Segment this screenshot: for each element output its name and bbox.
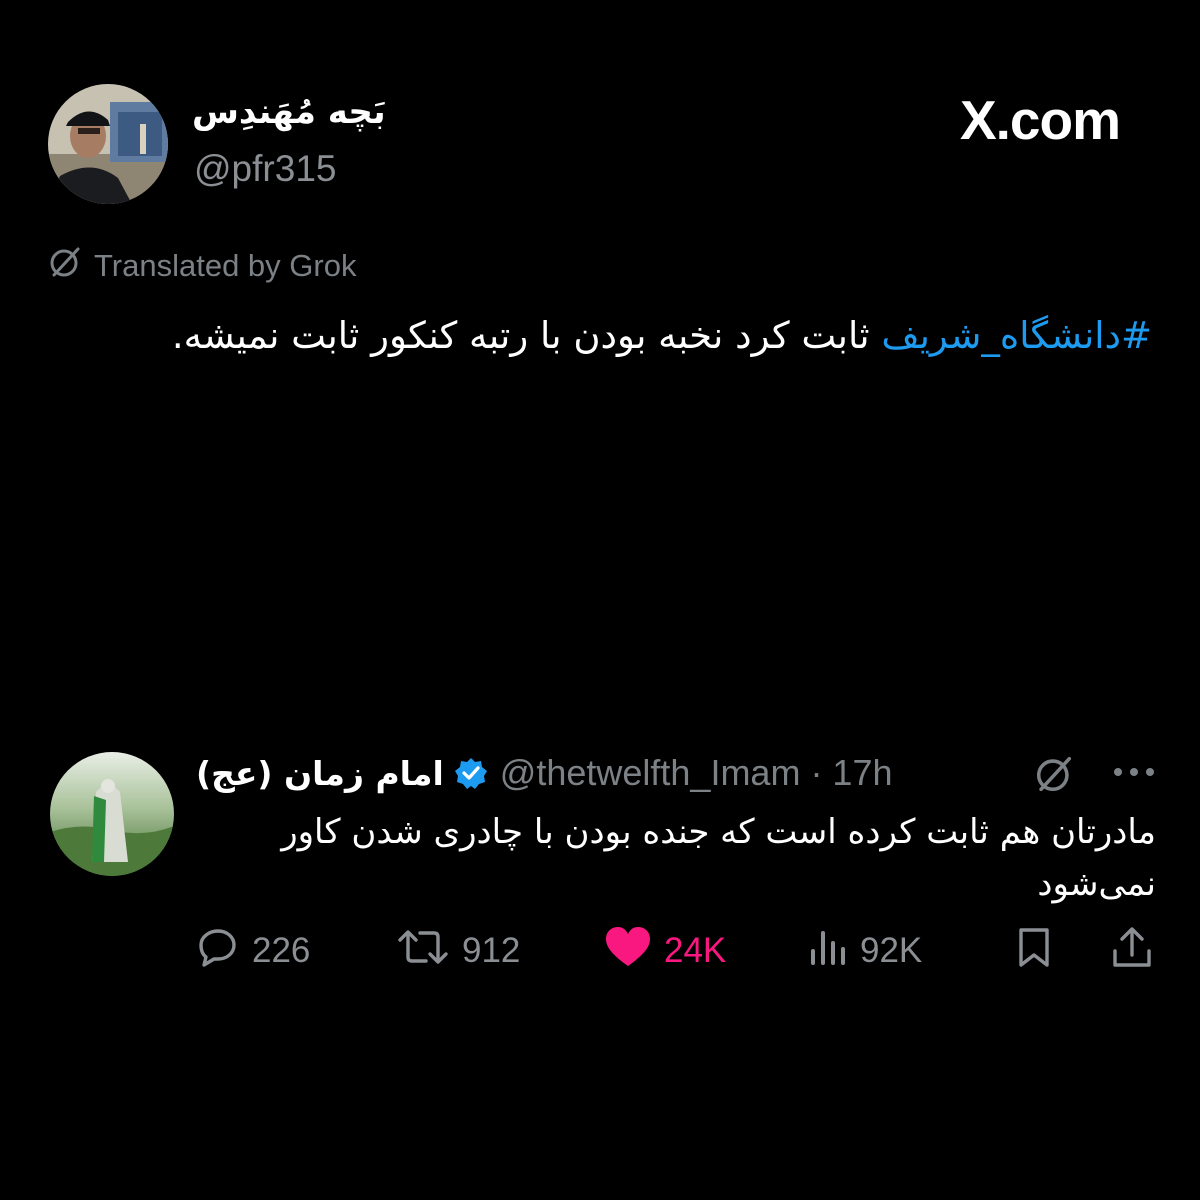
hashtag-link[interactable]: #دانشگاه_شریف [881, 314, 1152, 357]
tweet-body: ثابت کرد نخبه بودن با رتبه کنکور ثابت نم… [171, 314, 882, 357]
bookmark-button[interactable] [1012, 926, 1056, 976]
translated-label: Translated by Grok [94, 248, 357, 283]
reply-count: 226 [252, 931, 311, 970]
site-label: X.com [959, 89, 1121, 151]
grok-icon [48, 245, 82, 287]
share-icon [1110, 925, 1154, 978]
reply-author-name[interactable]: امام زمان (عج) [196, 754, 444, 793]
like-button[interactable]: 24K [604, 926, 726, 976]
reply-author-handle[interactable]: @thetwelfth_Imam · 17h [500, 752, 893, 794]
share-button[interactable] [1110, 926, 1154, 976]
grok-icon[interactable] [1034, 754, 1074, 798]
views-icon [808, 925, 848, 978]
reply-button[interactable]: 226 [196, 926, 310, 976]
author-handle[interactable]: @pfr315 [194, 148, 336, 190]
author-avatar[interactable] [48, 84, 168, 204]
repost-count: 912 [462, 931, 521, 970]
translation-note: Translated by Grok [48, 246, 356, 286]
author-name[interactable]: بَچه مُهَندِس [192, 92, 452, 132]
tweet-text: #دانشگاه_شریف ثابت کرد نخبه بودن با رتبه… [140, 305, 1152, 367]
avatar-image [48, 84, 168, 204]
repost-icon [396, 925, 450, 978]
like-count: 24K [664, 931, 727, 970]
views-count: 92K [860, 931, 923, 970]
reply-text: مادرتان هم ثابت کرده است که جنده بودن با… [281, 812, 1156, 904]
verified-badge-icon [454, 756, 488, 790]
reply-header: امام زمان (عج) @thetwelfth_Imam · 17h [196, 748, 1156, 798]
repost-button[interactable]: 912 [396, 926, 520, 976]
more-icon[interactable] [1112, 764, 1156, 784]
reply-author-avatar[interactable] [50, 752, 174, 876]
reply-avatar-image [50, 752, 174, 876]
like-icon [604, 925, 652, 978]
views-button[interactable]: 92K [808, 926, 922, 976]
bookmark-icon [1012, 925, 1056, 978]
reply-icon [196, 925, 240, 978]
